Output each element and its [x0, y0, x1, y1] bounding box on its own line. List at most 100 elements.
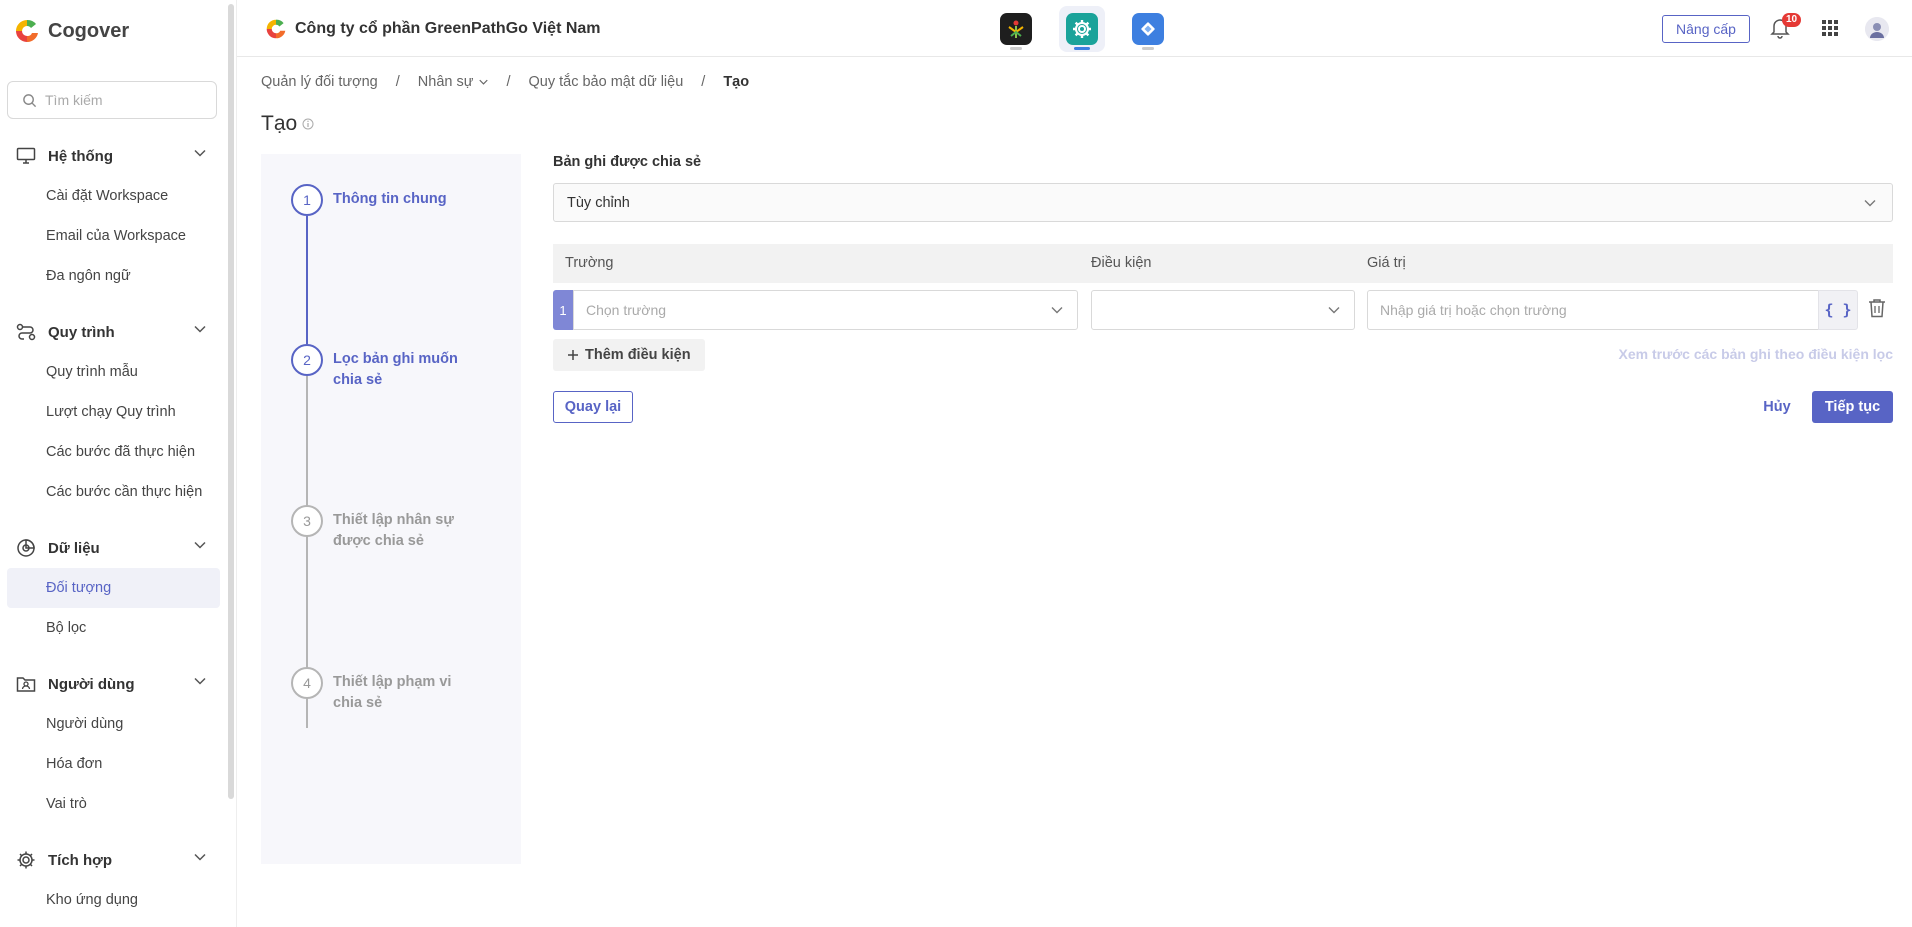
sidebar-item-objects[interactable]: Đối tượng — [7, 568, 220, 608]
sidebar-group-head-data[interactable]: Dữ liệu — [0, 528, 228, 568]
cancel-button[interactable]: Hủy — [1749, 391, 1805, 423]
wizard-steps: 1 Thông tin chung 2 Lọc bản ghi muốn chi… — [261, 154, 521, 864]
app-flow[interactable] — [1125, 6, 1171, 52]
step-label: Thông tin chung — [333, 191, 447, 207]
sidebar-group-system: Hệ thống Cài đặt Workspace Email của Wor… — [0, 136, 228, 296]
search-icon — [23, 93, 37, 107]
sidebar-group-title: Tích hợp — [48, 851, 112, 869]
value-input[interactable] — [1367, 290, 1819, 330]
breadcrumb: Quản lý đối tượng / Nhân sự / Quy tắc bả… — [261, 74, 749, 90]
sidebar-group-data: Dữ liệu Đối tượng Bộ lọc — [0, 528, 228, 648]
upgrade-button[interactable]: Nâng cấp — [1662, 15, 1750, 43]
sidebar-group-integration: Tích hợp Kho ứng dụng — [0, 840, 228, 920]
sidebar-item-roles[interactable]: Vai trò — [0, 784, 228, 824]
plus-icon — [568, 350, 578, 360]
shared-records-value: Tùy chỉnh — [567, 194, 630, 211]
info-icon[interactable] — [302, 118, 314, 130]
user-avatar[interactable] — [1865, 17, 1889, 41]
avatar-image-icon — [1865, 17, 1889, 41]
app-indicator — [1010, 47, 1022, 50]
sidebar-item-app-store[interactable]: Kho ứng dụng — [0, 880, 228, 920]
condition-table-header: Trường Điều kiện Giá trị — [553, 244, 1893, 283]
sidebar-group-title: Dữ liệu — [48, 539, 100, 557]
integration-gear-icon — [17, 851, 35, 869]
chevron-down-icon — [1051, 307, 1063, 314]
sidebar-item-workspace-email[interactable]: Email của Workspace — [0, 216, 228, 256]
chevron-down-icon — [194, 149, 206, 157]
sidebar-group-head-integration[interactable]: Tích hợp — [0, 840, 228, 880]
sidebar-item-pending-steps[interactable]: Các bước cần thực hiện — [0, 472, 228, 512]
breadcrumb-hr[interactable]: Nhân sự — [418, 74, 489, 90]
flow-app-icon — [1141, 22, 1155, 36]
sidebar-item-invoices[interactable]: Hóa đơn — [0, 744, 228, 784]
add-condition-button[interactable]: Thêm điều kiện — [553, 339, 705, 371]
app-indicator — [1142, 47, 1154, 50]
sidebar-group-head-system[interactable]: Hệ thống — [0, 136, 228, 176]
step-1[interactable]: 1 Thông tin chung — [291, 184, 483, 216]
shared-records-select[interactable]: Tùy chỉnh — [553, 183, 1893, 222]
formula-braces-button[interactable]: { } — [1818, 290, 1858, 330]
field-select[interactable]: Chọn trường — [573, 290, 1078, 330]
cogover-logo-icon — [16, 19, 38, 43]
settings-app-icon — [1073, 20, 1091, 38]
back-button[interactable]: Quay lại — [553, 391, 633, 423]
sidebar-group-head-workflow[interactable]: Quy trình — [0, 312, 228, 352]
field-select-placeholder: Chọn trường — [586, 302, 667, 318]
add-condition-label: Thêm điều kiện — [585, 347, 691, 363]
data-icon — [17, 539, 35, 557]
breadcrumb-security-rules[interactable]: Quy tắc bảo mật dữ liệu — [528, 74, 683, 90]
sidebar-group-users: Người dùng Người dùng Hóa đơn Vai trò — [0, 664, 228, 824]
sidebar-item-workflow-runs[interactable]: Lượt chạy Quy trình — [0, 392, 228, 432]
sidebar-item-multilanguage[interactable]: Đa ngôn ngữ — [0, 256, 228, 296]
sidebar: Cogover Hệ thống Cài đặt Workspace Email… — [0, 0, 237, 927]
continue-button[interactable]: Tiếp tục — [1812, 391, 1893, 423]
page-title: Tạo — [261, 112, 314, 136]
notification-bell[interactable]: 10 — [1770, 13, 1802, 41]
monitor-icon — [16, 147, 36, 164]
sidebar-scrollbar[interactable] — [228, 4, 234, 799]
brand-logo[interactable]: Cogover — [14, 18, 129, 44]
sidebar-group-head-users[interactable]: Người dùng — [0, 664, 228, 704]
chevron-down-icon — [194, 325, 206, 333]
condition-select[interactable] — [1091, 290, 1355, 330]
step-2[interactable]: 2 Lọc bản ghi muốn chia sẻ — [291, 344, 483, 391]
sidebar-search[interactable] — [7, 81, 217, 119]
search-input[interactable] — [45, 92, 205, 108]
chevron-down-icon — [1328, 307, 1340, 314]
step-number: 4 — [291, 667, 323, 699]
breadcrumb-separator: / — [395, 74, 400, 90]
header-value: Giá trị — [1367, 255, 1406, 271]
sidebar-item-filters[interactable]: Bộ lọc — [0, 608, 228, 648]
top-bar: Công ty cổ phần GreenPathGo Việt Nam Nân… — [237, 0, 1912, 57]
chevron-down-icon — [194, 853, 206, 861]
preview-records-link[interactable]: Xem trước các bản ghi theo điều kiện lọc — [1619, 346, 1894, 362]
step-number: 2 — [291, 344, 323, 376]
notification-badge: 10 — [1782, 13, 1802, 27]
chevron-down-icon — [479, 79, 489, 85]
company-name: Công ty cổ phần GreenPathGo Việt Nam — [295, 20, 601, 37]
sidebar-item-workflow-templates[interactable]: Quy trình mẫu — [0, 352, 228, 392]
brand-name: Cogover — [48, 19, 130, 42]
breadcrumb-hr-label: Nhân sự — [417, 74, 474, 90]
app-people[interactable] — [993, 6, 1039, 52]
chevron-down-icon — [194, 677, 206, 685]
sidebar-group-title: Hệ thống — [48, 147, 113, 165]
app-settings[interactable] — [1059, 6, 1105, 52]
apps-grid-icon[interactable] — [1822, 20, 1838, 36]
chevron-down-icon — [194, 541, 206, 549]
sidebar-group-title: Người dùng — [48, 675, 135, 693]
people-app-icon — [1008, 20, 1024, 38]
step-4[interactable]: 4 Thiết lập phạm vi chia sẻ — [291, 667, 483, 714]
sidebar-item-users[interactable]: Người dùng — [0, 704, 228, 744]
step-3[interactable]: 3 Thiết lập nhân sự được chia sẻ — [291, 505, 483, 552]
trash-icon[interactable] — [1868, 298, 1886, 318]
breadcrumb-objects[interactable]: Quản lý đối tượng — [261, 74, 378, 90]
step-label: Thiết lập nhân sự được chia sẻ — [333, 512, 454, 549]
step-number: 1 — [291, 184, 323, 216]
breadcrumb-separator: / — [506, 74, 511, 90]
sidebar-group-title: Quy trình — [48, 323, 115, 341]
condition-row: 1 Chọn trường { } — [553, 290, 1893, 330]
sidebar-item-workspace-settings[interactable]: Cài đặt Workspace — [0, 176, 228, 216]
sidebar-item-completed-steps[interactable]: Các bước đã thực hiện — [0, 432, 228, 472]
company-switcher[interactable]: Công ty cổ phần GreenPathGo Việt Nam — [265, 18, 601, 40]
